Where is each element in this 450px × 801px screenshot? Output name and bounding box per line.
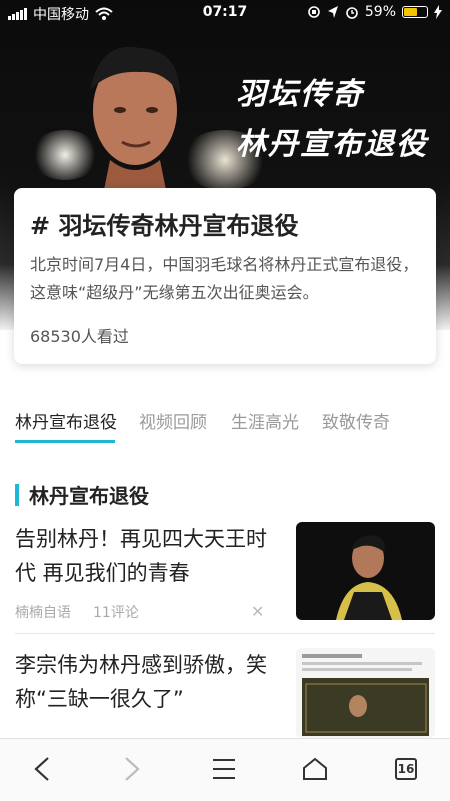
charging-icon [434,5,442,19]
hero-title-line1: 羽坛传奇 [236,77,364,112]
close-icon[interactable]: ✕ [251,602,264,621]
topic-card[interactable]: # 羽坛传奇林丹宣布退役 北京时间7月4日，中国羽毛球名将林丹正式宣布退役，这意… [14,188,436,364]
lock-rotation-icon [308,6,320,18]
topic-title: # 羽坛传奇林丹宣布退役 [30,212,299,240]
news-thumbnail [296,648,435,738]
section-title: 林丹宣布退役 [29,484,149,508]
location-icon [327,6,338,18]
tab-count: 16 [395,758,417,780]
hero-title: 羽坛传奇 林丹宣布退役 [236,70,428,170]
news-thumbnail [296,522,435,620]
divider [15,633,435,634]
status-bar: 中国移动 07:17 59% [0,0,450,26]
bottom-toolbar: 16 [0,738,450,801]
active-tab-indicator [15,440,115,443]
athlete-photo [90,46,180,210]
news-meta: 楠楠自语 11评论 [15,602,139,622]
battery-icon [402,6,428,18]
tabs-icon[interactable]: 16 [386,751,426,787]
news-item[interactable]: 李宗伟为林丹感到骄傲，笑称“三缺一很久了” [15,648,435,738]
forward-icon[interactable] [112,751,152,787]
tab-tribute[interactable]: 致敬传奇 [322,408,390,433]
back-icon[interactable] [22,751,62,787]
hero-title-line2: 林丹宣布退役 [236,127,428,162]
news-comments: 11评论 [93,605,139,621]
menu-icon[interactable] [204,751,244,787]
home-icon[interactable] [295,751,335,787]
news-headline: 告别林丹！再见四大天王时代 再见我们的青春 [15,527,267,585]
tab-retirement[interactable]: 林丹宣布退役 [15,408,117,433]
section-header: 林丹宣布退役 [15,480,149,509]
tab-career-highlights[interactable]: 生涯高光 [231,408,299,433]
battery-fill [404,8,417,16]
news-item[interactable]: 告别林丹！再见四大天王时代 再见我们的青春 楠楠自语 11评论 ✕ [15,522,435,632]
alarm-icon [346,7,358,19]
topic-tabs: 林丹宣布退役 视频回顾 生涯高光 致敬传奇 [0,398,450,446]
battery-percent: 59% [364,4,396,20]
tab-video-review[interactable]: 视频回顾 [139,408,207,433]
section-accent-bar [15,483,19,506]
news-headline: 李宗伟为林丹感到骄傲，笑称“三缺一很久了” [15,653,267,711]
news-source: 楠楠自语 [15,605,71,621]
view-count: 68530人看过 [30,327,129,346]
topic-description: 北京时间7月4日，中国羽毛球名将林丹正式宣布退役，这意味“超级丹”无缘第五次出征… [30,255,419,302]
